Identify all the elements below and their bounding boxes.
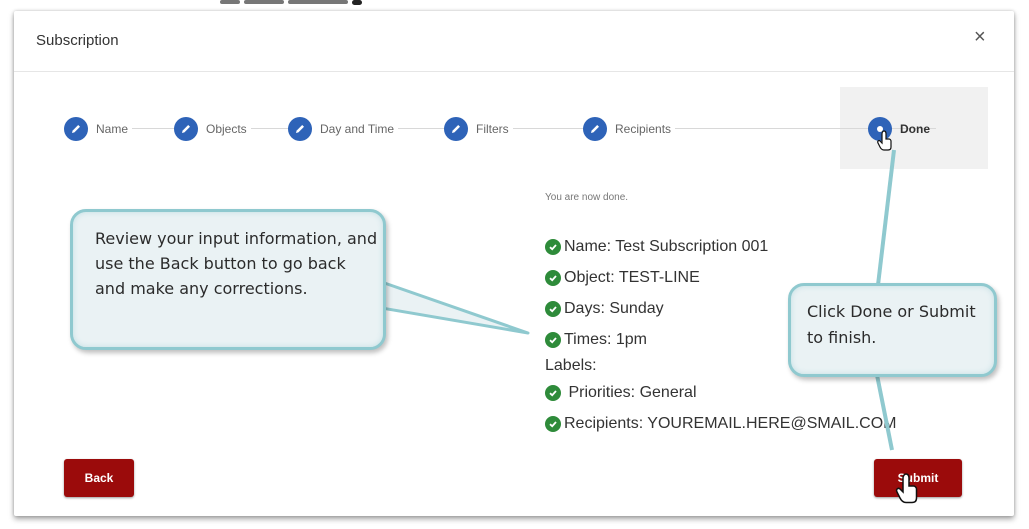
step-label: Filters — [476, 122, 509, 136]
callout-finish-text: Click Done or Submit to finish. — [807, 302, 976, 347]
list-item: Priorities: General — [545, 377, 896, 408]
pencil-icon — [64, 117, 88, 141]
done-heading: You are now done. — [545, 192, 629, 203]
summary-days: Days: Sunday — [564, 299, 664, 317]
pencil-icon — [583, 117, 607, 141]
step-label: Done — [900, 122, 930, 136]
close-icon[interactable]: × — [974, 27, 986, 47]
step-name[interactable]: Name — [64, 117, 133, 141]
step-done[interactable]: Done — [868, 117, 934, 141]
pencil-icon — [174, 117, 198, 141]
step-day-and-time[interactable]: Day and Time — [288, 117, 399, 141]
callout-review: Review your input information, and use t… — [70, 209, 386, 350]
check-circle-icon — [545, 300, 561, 317]
summary-labels: Labels: — [545, 357, 597, 374]
step-dot-icon — [868, 117, 892, 141]
check-circle-icon — [545, 415, 561, 432]
step-label: Objects — [206, 122, 247, 136]
submit-button[interactable]: Submit — [874, 459, 962, 497]
step-label: Name — [96, 122, 129, 136]
step-label: Recipients — [615, 122, 672, 136]
step-filters[interactable]: Filters — [444, 117, 513, 141]
back-button[interactable]: Back — [64, 459, 134, 497]
check-circle-icon — [545, 384, 561, 401]
background-page-fragment — [220, 0, 380, 6]
list-item: Recipients: YOUREMAIL.HERE@SMAIL.COM — [545, 408, 896, 439]
callout-review-text: Review your input information, and use t… — [95, 229, 378, 298]
step-recipients[interactable]: Recipients — [583, 117, 676, 141]
step-label: Day and Time — [320, 122, 395, 136]
summary-name: Name: Test Subscription 001 — [564, 237, 769, 255]
step-objects[interactable]: Objects — [174, 117, 251, 141]
summary-times: Times: 1pm — [564, 330, 647, 348]
check-circle-icon — [545, 238, 561, 255]
list-item: Name: Test Subscription 001 — [545, 231, 896, 262]
dialog-title: Subscription — [36, 32, 119, 49]
check-circle-icon — [545, 331, 561, 348]
summary-priorities: Priorities: General — [564, 383, 697, 401]
pencil-icon — [444, 117, 468, 141]
callout-finish: Click Done or Submit to finish. — [788, 283, 997, 377]
check-circle-icon — [545, 269, 561, 286]
summary-recipients: Recipients: YOUREMAIL.HERE@SMAIL.COM — [564, 414, 897, 432]
pencil-icon — [288, 117, 312, 141]
dialog-header: Subscription × — [14, 11, 1014, 72]
summary-object: Object: TEST-LINE — [564, 268, 700, 286]
